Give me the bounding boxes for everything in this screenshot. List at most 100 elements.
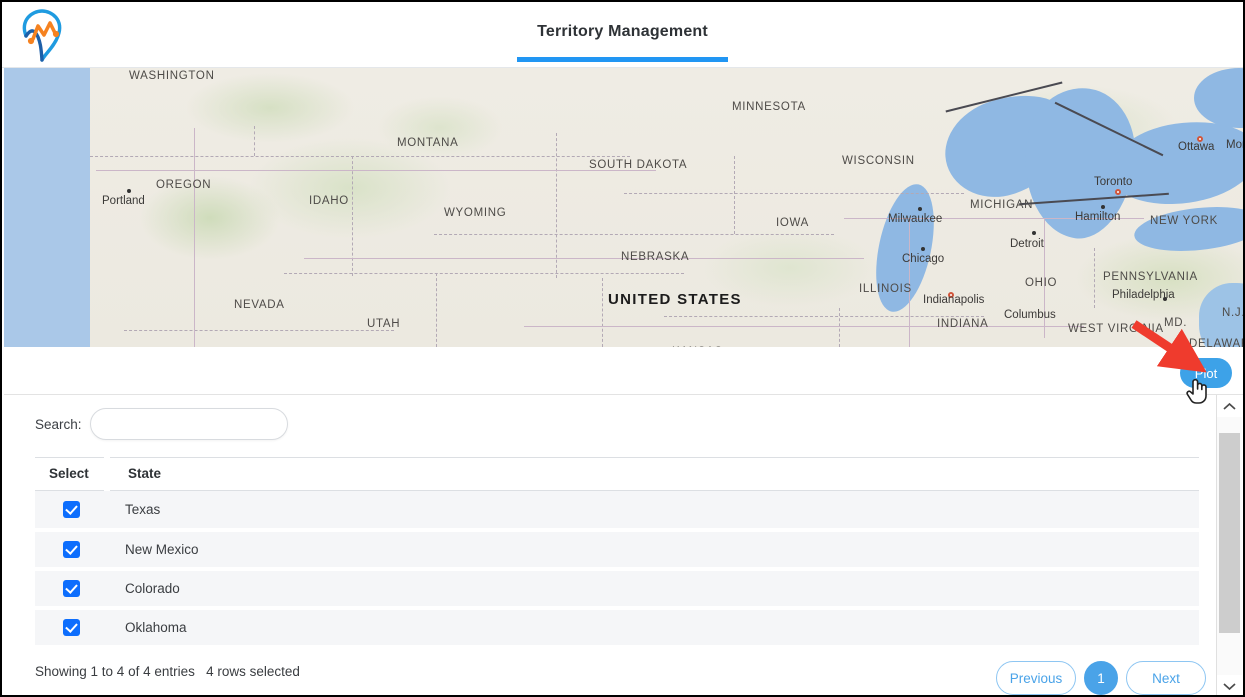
tab-territory-management[interactable]: Territory Management (517, 8, 728, 62)
state-boundary (254, 126, 255, 156)
map-label-state: ILLINOIS (859, 283, 912, 295)
map-label-state: INDIANA (937, 318, 989, 330)
map-label-state: N.J. (1222, 307, 1245, 319)
map-label-city: Toronto (1094, 176, 1133, 188)
city-dot-capital (1115, 189, 1121, 195)
app-header: Territory Management (2, 2, 1243, 68)
map-label-state: MICHIGAN (970, 199, 1034, 211)
row-select-cell (35, 607, 107, 649)
vertical-scrollbar[interactable] (1216, 395, 1242, 695)
table-row[interactable]: Colorado (35, 568, 1199, 610)
pointing-hand-cursor-icon (1184, 376, 1210, 411)
city-dot (918, 207, 922, 211)
table-header: Select State (35, 457, 1199, 491)
map-toolbar (4, 347, 1243, 395)
row-checkbox[interactable] (62, 618, 80, 636)
row-state-cell: New Mexico (107, 529, 1199, 571)
map-label-state: MONTANA (397, 137, 459, 149)
highway (304, 258, 864, 259)
search-label: Search: (35, 416, 82, 432)
map-label-city: Philadelphia (1112, 289, 1175, 301)
city-dot (1101, 205, 1105, 209)
state-boundary (664, 316, 984, 317)
data-table-panel: Search: Select State Texas New Mexico Co… (4, 395, 1220, 695)
row-checkbox[interactable] (62, 540, 80, 558)
state-boundary (434, 234, 834, 235)
row-checkbox[interactable] (62, 579, 80, 597)
highway (524, 326, 1084, 327)
previous-page-button[interactable]: Previous (996, 661, 1076, 695)
map-canvas: WASHINGTON MONTANA OREGON IDAHO WYOMING … (4, 68, 1245, 347)
map-label-country: UNITED STATES (608, 291, 742, 308)
state-boundary (436, 273, 437, 347)
row-select-cell (35, 529, 107, 571)
chevron-up-icon[interactable] (1217, 395, 1242, 417)
page-title: Territory Management (537, 23, 708, 40)
state-boundary (90, 156, 630, 157)
states-table-wrapper: Select State Texas New Mexico Colorado O… (35, 457, 1199, 649)
table-header-row: Select State (35, 457, 1199, 491)
map-label-state: WASHINGTON (129, 70, 215, 82)
row-select-cell (35, 568, 107, 610)
app-window: Territory Management WASHINGTON MONTANA … (0, 0, 1245, 697)
table-row[interactable]: Texas (35, 490, 1199, 532)
search-input[interactable] (89, 408, 288, 440)
state-boundary (1094, 248, 1095, 308)
city-dot (127, 189, 131, 193)
chevron-down-icon[interactable] (1217, 675, 1242, 695)
table-row[interactable]: Oklahoma (35, 607, 1199, 649)
state-boundary (284, 273, 684, 274)
city-dot (921, 247, 925, 251)
map-label-state: NEW YORK (1150, 215, 1219, 227)
city-dot (1032, 231, 1036, 235)
state-boundary (624, 193, 964, 194)
map-label-state: WISCONSIN (842, 155, 915, 167)
active-tab-underline (517, 57, 728, 62)
map-label-state: MINNESOTA (732, 101, 806, 113)
map-label-city: Ottawa (1178, 141, 1215, 153)
row-state-cell: Texas (107, 490, 1199, 532)
map-label-state: IDAHO (309, 195, 349, 207)
scrollbar-thumb[interactable] (1219, 433, 1240, 633)
map-label-state: WYOMING (444, 207, 507, 219)
pagination: Previous 1 Next (996, 661, 1206, 695)
next-page-button[interactable]: Next (1126, 661, 1206, 695)
map-label-state: SOUTH DAKOTA (589, 159, 688, 171)
page-number-1[interactable]: 1 (1084, 661, 1118, 695)
highway (96, 170, 656, 171)
state-boundary (556, 133, 557, 278)
pacific-ocean (4, 68, 110, 347)
search-row: Search: (4, 403, 1220, 445)
row-state-cell: Colorado (107, 568, 1199, 610)
column-header-state[interactable]: State (104, 457, 1199, 491)
states-table: Select State Texas New Mexico Colorado O… (35, 457, 1199, 649)
map-label-city: Mon (1226, 139, 1243, 151)
territory-map[interactable]: WASHINGTON MONTANA OREGON IDAHO WYOMING … (4, 68, 1245, 347)
row-state-cell: Oklahoma (107, 607, 1199, 649)
map-label-state: PENNSYLVANIA (1103, 271, 1198, 283)
table-row[interactable]: New Mexico (35, 529, 1199, 571)
map-label-city: Indianapolis (923, 294, 985, 306)
map-label-city: Detroit (1010, 238, 1044, 250)
map-label-city: Chicago (902, 253, 945, 265)
row-checkbox[interactable] (62, 500, 80, 518)
column-header-select[interactable]: Select (35, 457, 107, 491)
map-label-city: Milwaukee (888, 213, 943, 225)
header-title-container: Territory Management (2, 2, 1243, 68)
annotation-arrow-icon (1130, 318, 1210, 383)
map-label-city: Hamilton (1075, 211, 1121, 223)
state-boundary (734, 156, 735, 234)
state-boundary (839, 308, 840, 347)
row-select-cell (35, 490, 107, 532)
state-boundary (124, 330, 394, 331)
map-label-city: Portland (102, 195, 145, 207)
map-label-city: Columbus (1004, 309, 1056, 321)
map-label-state: IOWA (776, 217, 810, 229)
map-label-state: OREGON (156, 179, 212, 191)
highway (194, 128, 195, 347)
table-info: Showing 1 to 4 of 4 entries 4 rows selec… (35, 664, 300, 679)
state-boundary (602, 278, 603, 347)
map-label-state: NEVADA (234, 299, 285, 311)
map-label-state: UTAH (367, 318, 401, 330)
map-label-state: NEBRASKA (621, 251, 690, 263)
